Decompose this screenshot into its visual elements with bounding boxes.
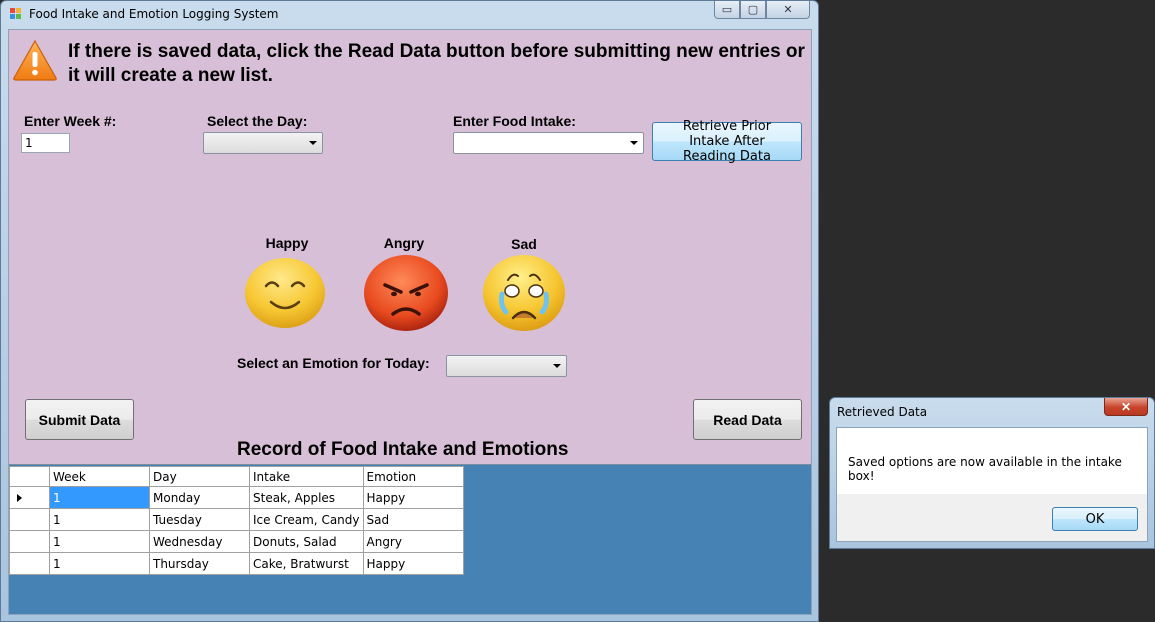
table-header-row: Week Day Intake Emotion	[9, 466, 464, 487]
table-row[interactable]: 1 Monday Steak, Apples Happy	[9, 486, 464, 509]
submit-data-button[interactable]: Submit Data	[25, 399, 134, 440]
table-cell-emotion[interactable]: Sad	[362, 508, 464, 531]
happy-label: Happy	[265, 235, 309, 251]
week-input[interactable]	[21, 133, 70, 153]
dialog-body: Saved options are now available in the i…	[836, 427, 1148, 542]
current-row-arrow-icon	[17, 493, 22, 502]
column-header-day[interactable]: Day	[149, 466, 250, 487]
table-cell-emotion[interactable]: Happy	[362, 486, 464, 509]
dialog-close-button[interactable]: ✕	[1104, 398, 1148, 416]
table-row[interactable]: 1 Tuesday Ice Cream, Candy Sad	[9, 508, 464, 531]
day-combobox[interactable]	[203, 132, 323, 154]
table-cell-week[interactable]: 1	[49, 486, 150, 509]
retrieved-data-dialog: Retrieved Data ✕ Saved options are now a…	[829, 397, 1155, 549]
table-cell-day[interactable]: Tuesday	[149, 508, 250, 531]
warning-icon	[13, 39, 57, 81]
table-cell-emotion[interactable]: Happy	[362, 552, 464, 575]
dialog-message: Saved options are now available in the i…	[848, 455, 1122, 483]
title-bar[interactable]: Food Intake and Emotion Logging System ▭…	[1, 1, 818, 28]
angry-face-icon	[364, 255, 448, 331]
read-data-button[interactable]: Read Data	[693, 399, 802, 440]
dialog-title: Retrieved Data	[837, 405, 928, 419]
emotion-combobox[interactable]	[446, 355, 567, 377]
column-header-intake[interactable]: Intake	[249, 466, 364, 487]
chevron-down-icon	[309, 141, 317, 145]
food-label: Enter Food Intake:	[453, 113, 576, 129]
table-cell-day[interactable]: Wednesday	[149, 530, 250, 553]
ok-button[interactable]: OK	[1052, 507, 1138, 531]
row-header-corner	[9, 466, 50, 487]
table-cell-intake[interactable]: Donuts, Salad	[249, 530, 364, 553]
food-intake-combobox[interactable]	[453, 132, 644, 154]
table-row[interactable]: 1 Wednesday Donuts, Salad Angry	[9, 530, 464, 553]
table-cell-emotion[interactable]: Angry	[362, 530, 464, 553]
table-cell-day[interactable]: Monday	[149, 486, 250, 509]
main-window: Food Intake and Emotion Logging System ▭…	[0, 0, 819, 622]
table-cell-day[interactable]: Thursday	[149, 552, 250, 575]
dialog-message-area: Saved options are now available in the i…	[837, 428, 1147, 494]
row-header[interactable]	[9, 486, 50, 509]
minimize-icon: ▭	[721, 3, 733, 16]
column-header-week[interactable]: Week	[49, 466, 150, 487]
retrieve-button-label: Retrieve Prior Intake After Reading Data	[682, 119, 772, 164]
happy-face-icon	[245, 258, 325, 328]
row-header[interactable]	[9, 530, 50, 553]
close-icon: ✕	[1120, 399, 1132, 414]
retrieve-prior-intake-button[interactable]: Retrieve Prior Intake After Reading Data	[652, 119, 802, 164]
close-icon: ✕	[783, 3, 793, 16]
maximize-button[interactable]: ▢	[740, 1, 766, 19]
record-title: Record of Food Intake and Emotions	[237, 439, 569, 460]
chevron-down-icon	[553, 364, 561, 368]
sad-label: Sad	[511, 236, 537, 252]
table-cell-intake[interactable]: Ice Cream, Candy	[249, 508, 364, 531]
week-label: Enter Week #:	[24, 113, 117, 129]
read-button-label: Read Data	[713, 411, 782, 428]
row-header[interactable]	[9, 508, 50, 531]
row-header[interactable]	[9, 552, 50, 575]
column-header-emotion[interactable]: Emotion	[362, 466, 464, 487]
table-cell-week[interactable]: 1	[49, 508, 150, 531]
record-table: Week Day Intake Emotion 1 Monday Steak, …	[9, 466, 464, 575]
close-button[interactable]: ✕	[766, 1, 810, 19]
submit-button-label: Submit Data	[38, 411, 121, 428]
minimize-button[interactable]: ▭	[714, 1, 740, 19]
table-cell-intake[interactable]: Cake, Bratwurst	[249, 552, 364, 575]
table-row[interactable]: 1 Thursday Cake, Bratwurst Happy	[9, 552, 464, 575]
maximize-icon: ▢	[747, 3, 759, 16]
form-client-area: If there is saved data, click the Read D…	[8, 29, 812, 615]
table-cell-intake[interactable]: Steak, Apples	[249, 486, 364, 509]
angry-label: Angry	[383, 235, 425, 251]
app-icon	[10, 8, 22, 20]
sad-crying-face-icon	[483, 255, 565, 331]
table-cell-week[interactable]: 1	[49, 552, 150, 575]
ok-button-label: OK	[1085, 511, 1105, 527]
record-data-grid[interactable]: Week Day Intake Emotion 1 Monday Steak, …	[9, 464, 811, 614]
table-cell-week[interactable]: 1	[49, 530, 150, 553]
window-controls: ▭ ▢ ✕	[714, 1, 810, 19]
chevron-down-icon	[630, 141, 638, 145]
window-title: Food Intake and Emotion Logging System	[29, 7, 279, 21]
day-label: Select the Day:	[207, 113, 308, 129]
warning-message: If there is saved data, click the Read D…	[68, 41, 805, 86]
emotion-select-label: Select an Emotion for Today:	[237, 355, 430, 371]
